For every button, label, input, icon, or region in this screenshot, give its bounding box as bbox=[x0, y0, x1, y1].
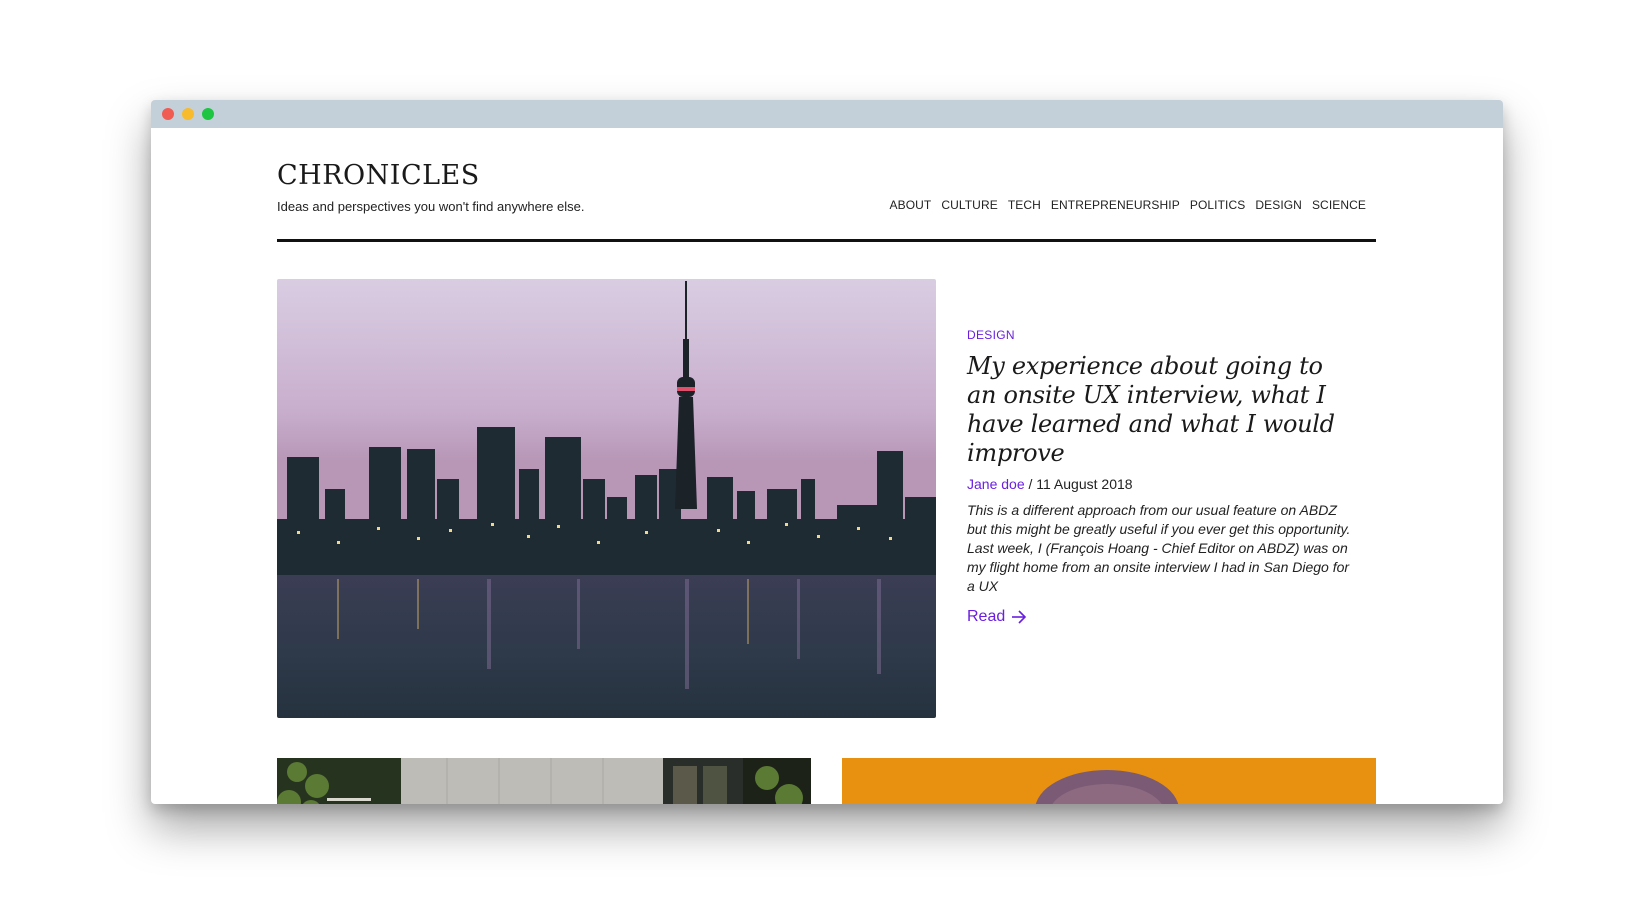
article-meta: Jane doe / 11 August 2018 bbox=[967, 476, 1352, 492]
nav-item-about[interactable]: ABOUT bbox=[889, 198, 931, 212]
close-window-button[interactable] bbox=[162, 108, 174, 120]
article-card-image-left[interactable] bbox=[277, 758, 811, 804]
nav-item-politics[interactable]: POLITICS bbox=[1190, 198, 1245, 212]
browser-window: CHRONICLES Ideas and perspectives you wo… bbox=[151, 100, 1503, 804]
site-tagline: Ideas and perspectives you won't find an… bbox=[277, 199, 585, 214]
maximize-window-button[interactable] bbox=[202, 108, 214, 120]
read-label: Read bbox=[967, 608, 1006, 625]
nav-item-tech[interactable]: TECH bbox=[1008, 198, 1041, 212]
nav-item-culture[interactable]: CULTURE bbox=[941, 198, 997, 212]
article-title[interactable]: My experience about going to an onsite U… bbox=[967, 352, 1352, 468]
article-date: 11 August 2018 bbox=[1036, 476, 1133, 492]
read-link[interactable]: Read bbox=[967, 608, 1027, 626]
page-content: CHRONICLES Ideas and perspectives you wo… bbox=[151, 128, 1503, 804]
meta-separator: / bbox=[1024, 476, 1037, 492]
article-category[interactable]: DESIGN bbox=[967, 328, 1352, 342]
nav-item-entrepreneurship[interactable]: ENTREPRENEURSHIP bbox=[1051, 198, 1180, 212]
window-titlebar bbox=[151, 100, 1503, 128]
featured-article: DESIGN My experience about going to an o… bbox=[967, 328, 1352, 626]
nav-item-design[interactable]: DESIGN bbox=[1255, 198, 1302, 212]
minimize-window-button[interactable] bbox=[182, 108, 194, 120]
header-divider bbox=[277, 239, 1376, 242]
article-card-image-right[interactable] bbox=[842, 758, 1376, 804]
site-logo[interactable]: CHRONICLES bbox=[277, 160, 480, 191]
arrow-right-icon bbox=[1012, 610, 1027, 624]
article-author[interactable]: Jane doe bbox=[967, 476, 1025, 492]
main-nav: ABOUT CULTURE TECH ENTREPRENEURSHIP POLI… bbox=[889, 198, 1366, 212]
nav-item-science[interactable]: SCIENCE bbox=[1312, 198, 1366, 212]
article-excerpt: This is a different approach from our us… bbox=[967, 502, 1351, 594]
featured-image[interactable] bbox=[277, 279, 936, 718]
